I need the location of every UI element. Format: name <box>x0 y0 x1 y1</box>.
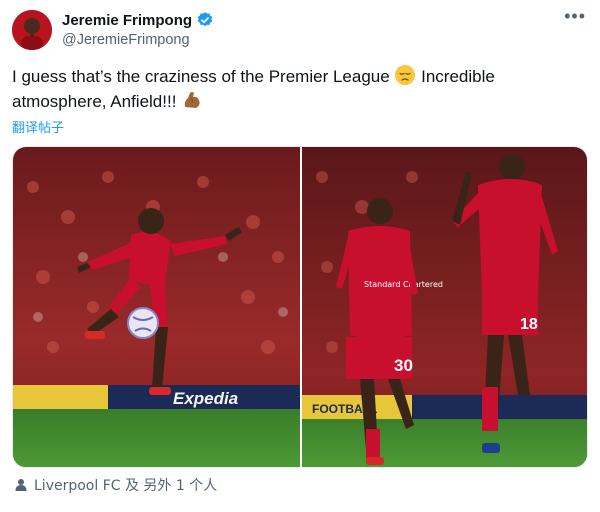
sponsor-text: Standard Chartered <box>364 280 443 289</box>
tagged-accounts-label: Liverpool FC 及 另外 1 个人 <box>34 478 218 494</box>
back-player-number: 18 <box>520 316 538 333</box>
tweet-text: I guess that’s the craziness of the Prem… <box>12 64 572 114</box>
avatar[interactable] <box>12 10 52 50</box>
tweet-text-part1: I guess that’s the craziness of the Prem… <box>12 67 395 86</box>
left-ad-board-text: Expedia <box>173 389 238 408</box>
verified-badge-icon <box>197 12 213 27</box>
photo-left-image: Expedia <box>13 147 300 467</box>
author-handle[interactable]: @JeremieFrimpong <box>62 32 214 48</box>
tweet-card: Jeremie Frimpong @JeremieFrimpong ••• I … <box>0 0 600 512</box>
author-display-name[interactable]: Jeremie Frimpong <box>62 12 192 29</box>
media-grid: Expedia FOOTBALL 18 Standard Chartered 3… <box>12 146 588 468</box>
football-icon <box>127 307 159 339</box>
photo-right-image: FOOTBALL 18 Standard Chartered 30 <box>302 147 587 467</box>
more-options-button[interactable]: ••• <box>564 6 586 27</box>
person-icon <box>15 479 27 491</box>
tagged-accounts-link[interactable]: Liverpool FC 及 另外 1 个人 <box>14 475 217 495</box>
disappointed-face-emoji-icon <box>394 64 416 86</box>
flexed-biceps-emoji-icon <box>181 89 203 111</box>
photo-right[interactable]: FOOTBALL 18 Standard Chartered 30 <box>302 147 587 467</box>
translate-post-link[interactable]: 翻译帖子 <box>12 117 64 136</box>
profile-avatar-icon <box>12 10 52 50</box>
front-player-number: 30 <box>394 356 413 375</box>
author-block: Jeremie Frimpong @JeremieFrimpong <box>62 10 214 48</box>
photo-left[interactable]: Expedia <box>13 147 300 467</box>
